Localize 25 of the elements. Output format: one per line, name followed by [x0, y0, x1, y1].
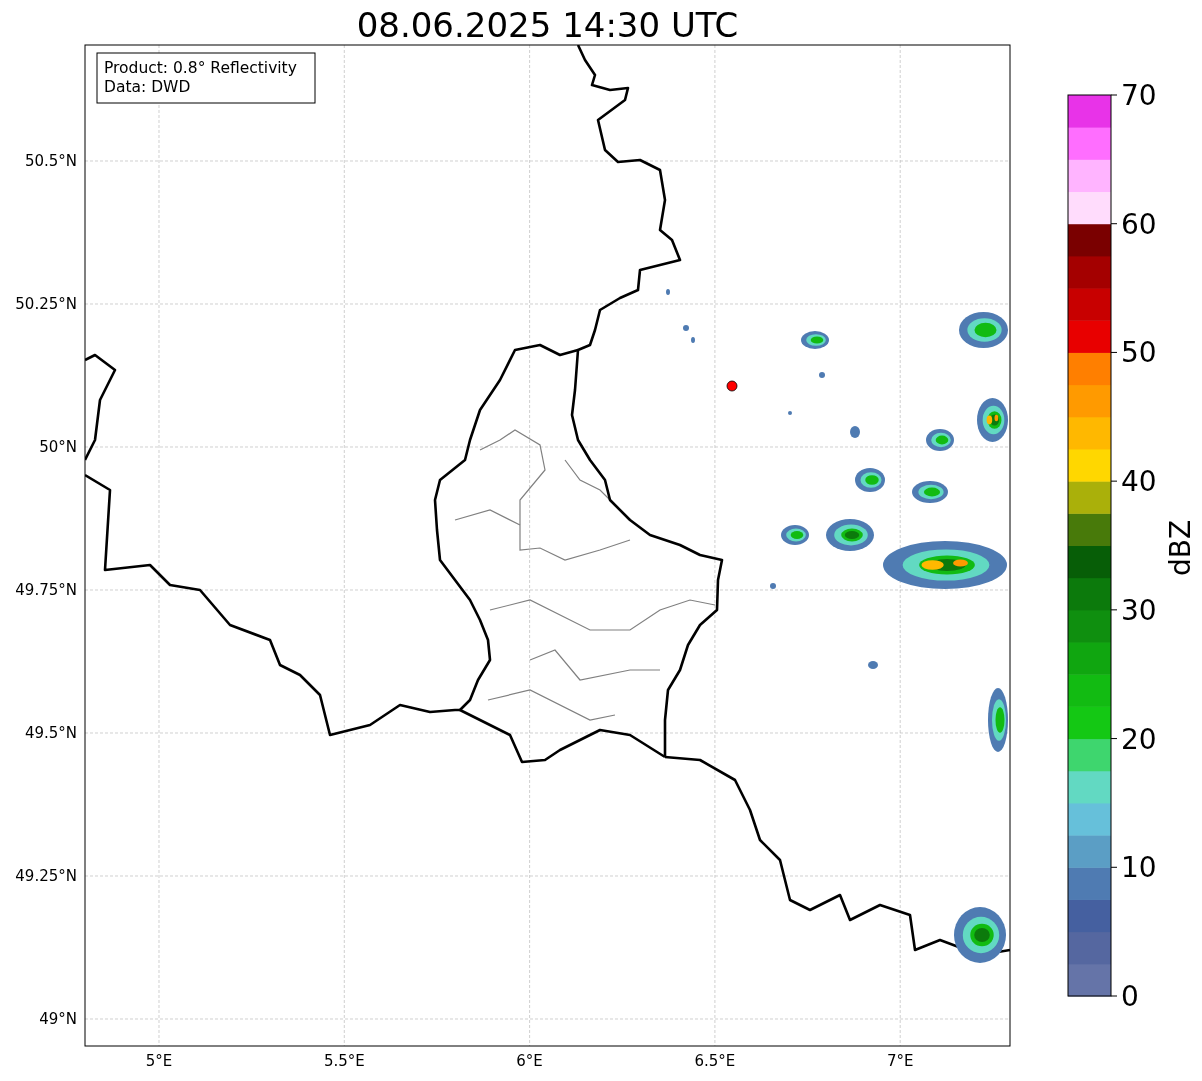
- location-marker: [726, 380, 738, 392]
- colorbar-tick-label: 40: [1121, 465, 1157, 499]
- info-text: Product: 0.8° Reflectivity: [104, 59, 297, 77]
- longitude-label: 6°E: [516, 1052, 543, 1070]
- latitude-label: 50.25°N: [15, 295, 77, 313]
- latitude-label: 50.5°N: [24, 152, 77, 170]
- colorbar-tick-label: 60: [1121, 207, 1157, 241]
- chart-title: 08.06.2025 14:30 UTC: [356, 5, 739, 45]
- colorbar-tick-label: 30: [1121, 593, 1157, 627]
- colorbar-tick-label: 70: [1121, 79, 1157, 112]
- colorbar-tick-label: 10: [1121, 851, 1157, 885]
- latitude-label: 49.25°N: [15, 867, 77, 885]
- latitude-label: 49.5°N: [24, 724, 77, 742]
- colorbar-tick-label: 20: [1121, 722, 1157, 756]
- info-text: Data: DWD: [104, 78, 191, 96]
- longitude-label: 5.5°E: [323, 1052, 365, 1070]
- longitude-label: 7°E: [886, 1052, 914, 1070]
- colorbar-label: dBZ: [1164, 519, 1197, 577]
- latitude-label: 49°N: [39, 1010, 77, 1028]
- longitude-label: 6.5°E: [694, 1052, 736, 1070]
- latitude-label: 50°N: [39, 438, 77, 456]
- longitude-label: 5°E: [145, 1052, 173, 1070]
- latitude-label: 49.75°N: [15, 581, 77, 599]
- colorbar-tick-label: 50: [1121, 336, 1157, 370]
- colorbar-tick-label: 0: [1121, 980, 1139, 1013]
